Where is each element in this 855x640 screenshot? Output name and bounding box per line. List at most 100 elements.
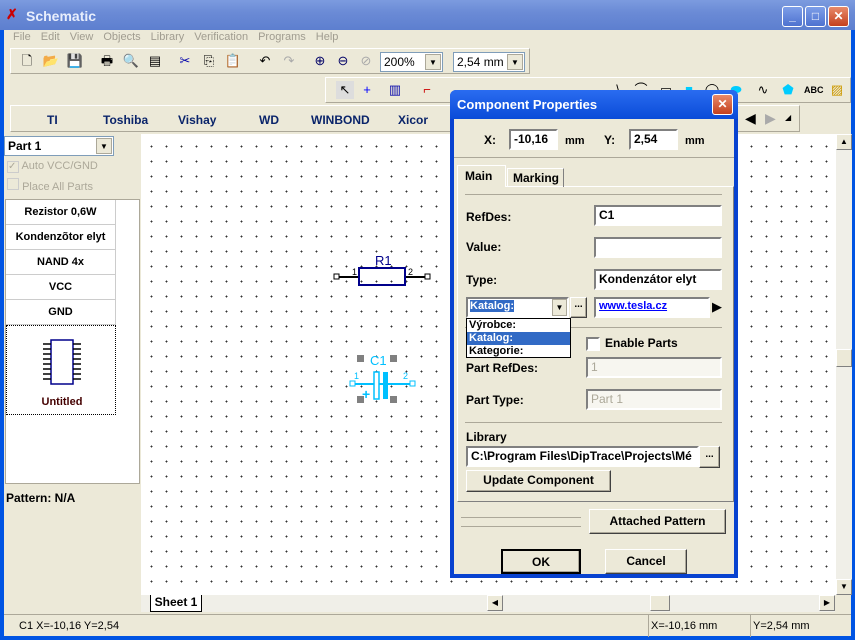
component-icon[interactable]: ▥: [386, 81, 404, 99]
chevron-down-icon[interactable]: ▼: [552, 299, 567, 316]
menu-edit[interactable]: Edit: [36, 31, 65, 43]
crosshair-icon[interactable]: +: [358, 81, 376, 99]
divider: [454, 157, 734, 158]
part-select[interactable]: Part 1 ▼: [4, 136, 114, 156]
status-x: X=-10,16 mm: [648, 615, 719, 637]
field-link[interactable]: www.tesla.cz: [594, 297, 710, 318]
resistor-r1[interactable]: R1 1 2: [333, 253, 431, 286]
list-item[interactable]: VCC: [6, 275, 116, 300]
minimize-button[interactable]: _: [782, 6, 803, 27]
library-browse-button[interactable]: ...: [699, 446, 720, 468]
list-item-selected[interactable]: Untitled: [6, 325, 116, 415]
select-arrow-icon[interactable]: ↖: [336, 81, 354, 99]
vertical-scroll-thumb[interactable]: [836, 349, 852, 367]
ok-button[interactable]: OK: [501, 549, 581, 574]
place-all-checkbox[interactable]: Place All Parts: [7, 178, 93, 193]
print-icon[interactable]: 🖶: [98, 52, 116, 70]
menu-file[interactable]: File: [8, 31, 36, 43]
menu-verification[interactable]: Verification: [189, 31, 253, 43]
chevron-down-icon[interactable]: ▼: [507, 54, 523, 70]
polyline-icon[interactable]: ∿: [754, 81, 772, 99]
menu-view[interactable]: View: [65, 31, 99, 43]
field-select[interactable]: Katalog: ▼: [466, 297, 569, 318]
library-ti[interactable]: TI: [47, 113, 58, 127]
vertical-scrollbar[interactable]: ▲ ▼: [836, 134, 852, 595]
field-browse-button[interactable]: ...: [570, 297, 587, 318]
menu-library[interactable]: Library: [146, 31, 190, 43]
chevron-down-icon[interactable]: ▼: [425, 54, 441, 70]
library-wd[interactable]: WD: [259, 113, 279, 127]
open-icon[interactable]: 📂: [42, 52, 60, 70]
value-input[interactable]: [594, 237, 722, 258]
scroll-down-icon[interactable]: ▼: [836, 579, 852, 595]
sheet-tab[interactable]: Sheet 1: [150, 595, 202, 612]
checkbox-icon: [7, 178, 19, 190]
x-input[interactable]: -10,16: [509, 129, 558, 150]
value-label: Value:: [466, 240, 502, 254]
paste-icon[interactable]: 📋: [224, 52, 242, 70]
part-refdes-label: Part RefDes:: [466, 361, 539, 375]
tab-marking[interactable]: Marking: [507, 168, 564, 187]
horizontal-scroll-thumb[interactable]: [650, 595, 670, 611]
library-winbond[interactable]: WINBOND: [311, 113, 370, 127]
library-xicor[interactable]: Xicor: [398, 113, 428, 127]
menu-help[interactable]: Help: [311, 31, 344, 43]
capacitor-c1[interactable]: C1 1 2 +: [349, 353, 416, 403]
scroll-right-icon[interactable]: ▶: [819, 595, 835, 611]
library-toshiba[interactable]: Toshiba: [103, 113, 148, 127]
scroll-up-icon[interactable]: ▲: [836, 134, 852, 150]
wire-icon[interactable]: ⌐: [418, 81, 436, 99]
maximize-button[interactable]: □: [805, 6, 826, 27]
image-icon[interactable]: ▨: [828, 81, 846, 99]
cut-icon[interactable]: ✂: [176, 52, 194, 70]
list-item[interactable]: GND: [6, 300, 116, 325]
chevron-down-icon[interactable]: ▼: [96, 138, 112, 154]
dropdown-option-selected[interactable]: Katalog:: [467, 332, 570, 345]
library-path-input[interactable]: C:\Program Files\DipTrace\Projects\Mé: [466, 446, 699, 467]
list-item[interactable]: Kondenzõtor elyt: [6, 225, 116, 250]
arrow-right-icon[interactable]: ▶: [712, 299, 722, 315]
zoom-select[interactable]: 200% ▼: [380, 52, 443, 72]
new-icon[interactable]: 🗋: [18, 52, 36, 70]
dialog-body: X: -10,16 mm Y: 2,54 mm Main Marking Ref…: [454, 119, 734, 574]
library-vishay[interactable]: Vishay: [178, 113, 216, 127]
scroll-left-icon[interactable]: ◀: [487, 595, 503, 611]
zoom-out-icon[interactable]: ⊖: [334, 52, 352, 70]
scroll-right-icon[interactable]: ▶: [765, 110, 776, 127]
list-item[interactable]: Rezistor 0,6W: [6, 200, 116, 225]
save-icon[interactable]: 💾: [66, 52, 84, 70]
redo-icon[interactable]: ↷: [280, 52, 298, 70]
list-item[interactable]: NAND 4x: [6, 250, 116, 275]
x-unit: mm: [565, 135, 585, 147]
undo-icon[interactable]: ↶: [256, 52, 274, 70]
text-icon[interactable]: ABC: [804, 81, 824, 99]
toolbar-options-icon[interactable]: ◢: [785, 113, 791, 122]
cancel-button[interactable]: Cancel: [605, 549, 687, 574]
grid-select[interactable]: 2,54 mm ▼: [453, 52, 525, 72]
horizontal-scrollbar[interactable]: ◀ ▶: [487, 595, 835, 612]
menu-programs[interactable]: Programs: [253, 31, 311, 43]
dialog-close-button[interactable]: ✕: [712, 94, 733, 115]
enable-parts-checkbox[interactable]: [586, 337, 600, 351]
report-icon[interactable]: ▤: [146, 52, 164, 70]
zoom-in-icon[interactable]: ⊕: [311, 52, 329, 70]
type-input[interactable]: Kondenzátor elyt: [594, 269, 722, 290]
part-refdes-input[interactable]: 1: [586, 357, 722, 378]
close-button[interactable]: ✕: [828, 6, 849, 27]
polygon-icon[interactable]: ⬟: [779, 81, 797, 99]
auto-vcc-checkbox[interactable]: ✓ Auto VCC/GND: [7, 160, 98, 173]
dropdown-option[interactable]: Výrobce:: [467, 319, 570, 332]
menu-objects[interactable]: Objects: [98, 31, 145, 43]
part-type-input[interactable]: Part 1: [586, 389, 722, 410]
y-input[interactable]: 2,54: [629, 129, 678, 150]
dropdown-option[interactable]: Kategorie:: [467, 345, 570, 358]
scroll-left-icon[interactable]: ◀: [745, 110, 756, 127]
window-title: Schematic: [26, 8, 97, 24]
refdes-input[interactable]: C1: [594, 205, 722, 226]
attached-pattern-button[interactable]: Attached Pattern: [589, 509, 726, 534]
print-preview-icon[interactable]: 🔍: [122, 52, 140, 70]
update-component-button[interactable]: Update Component: [466, 470, 611, 492]
copy-icon[interactable]: ⎘: [200, 52, 218, 70]
tab-main[interactable]: Main: [457, 165, 506, 187]
zoom-fit-icon[interactable]: ⊘: [357, 52, 375, 70]
